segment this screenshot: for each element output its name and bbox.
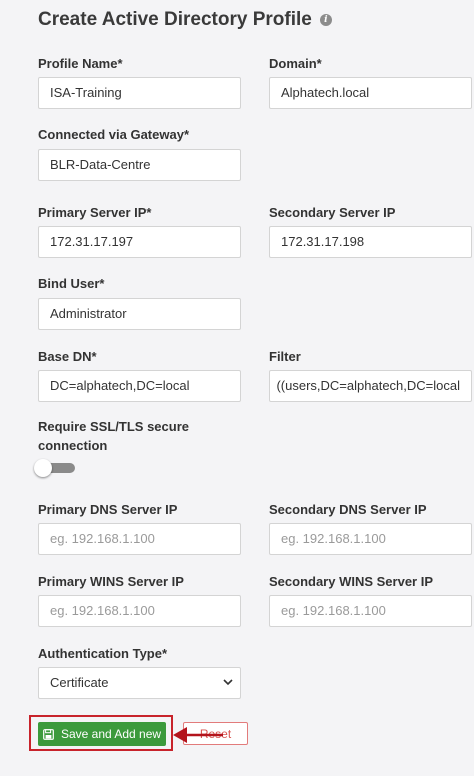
secondary-dns-input[interactable]: eg. 192.168.1.100: [269, 523, 472, 555]
primary-server-ip-label: Primary Server IP*: [38, 205, 152, 220]
save-and-add-new-button[interactable]: Save and Add new: [38, 722, 166, 746]
gateway-input[interactable]: BLR-Data-Centre: [38, 149, 241, 181]
primary-server-ip-input[interactable]: 172.31.17.197: [38, 226, 241, 258]
gateway-label: Connected via Gateway*: [38, 127, 189, 142]
arrow-left-icon: [173, 727, 223, 743]
ssl-toggle-knob: [34, 459, 52, 477]
domain-input[interactable]: Alphatech.local: [269, 77, 472, 109]
ad-profile-form: Create Active Directory Profile i Profil…: [0, 0, 474, 776]
primary-wins-input[interactable]: eg. 192.168.1.100: [38, 595, 241, 627]
profile-name-label: Profile Name*: [38, 56, 123, 71]
filter-label: Filter: [269, 349, 301, 364]
domain-label: Domain*: [269, 56, 322, 71]
ssl-toggle[interactable]: [34, 459, 76, 477]
page-title-text: Create Active Directory Profile: [38, 9, 312, 30]
ssl-label-line1: Require SSL/TLS secure: [38, 419, 189, 434]
base-dn-label: Base DN*: [38, 349, 97, 364]
secondary-server-ip-input[interactable]: 172.31.17.198: [269, 226, 472, 258]
ssl-label-line2: connection: [38, 438, 108, 453]
profile-name-input[interactable]: ISA-Training: [38, 77, 241, 109]
floppy-disk-icon: [43, 728, 54, 740]
chevron-down-icon: [223, 679, 233, 686]
primary-dns-input[interactable]: eg. 192.168.1.100: [38, 523, 241, 555]
auth-type-select[interactable]: Certificate: [38, 667, 241, 699]
primary-dns-label: Primary DNS Server IP: [38, 502, 178, 517]
base-dn-input[interactable]: DC=alphatech,DC=local: [38, 370, 241, 402]
bind-user-input[interactable]: Administrator: [38, 298, 241, 330]
page-title: Create Active Directory Profile i: [38, 9, 332, 31]
secondary-dns-label: Secondary DNS Server IP: [269, 502, 427, 517]
filter-input[interactable]: users,DC=alphatech,DC=local)): [269, 370, 472, 402]
info-icon[interactable]: i: [319, 14, 332, 26]
save-button-label: Save and Add new: [60, 727, 162, 741]
auth-type-label: Authentication Type*: [38, 646, 168, 661]
secondary-wins-label: Secondary WINS Server IP: [269, 574, 434, 589]
primary-wins-label: Primary WINS Server IP: [38, 574, 184, 589]
secondary-server-ip-label: Secondary Server IP: [269, 205, 396, 220]
auth-type-value: Certificate: [50, 675, 109, 690]
bind-user-label: Bind User*: [38, 276, 105, 291]
secondary-wins-input[interactable]: eg. 192.168.1.100: [269, 595, 472, 627]
